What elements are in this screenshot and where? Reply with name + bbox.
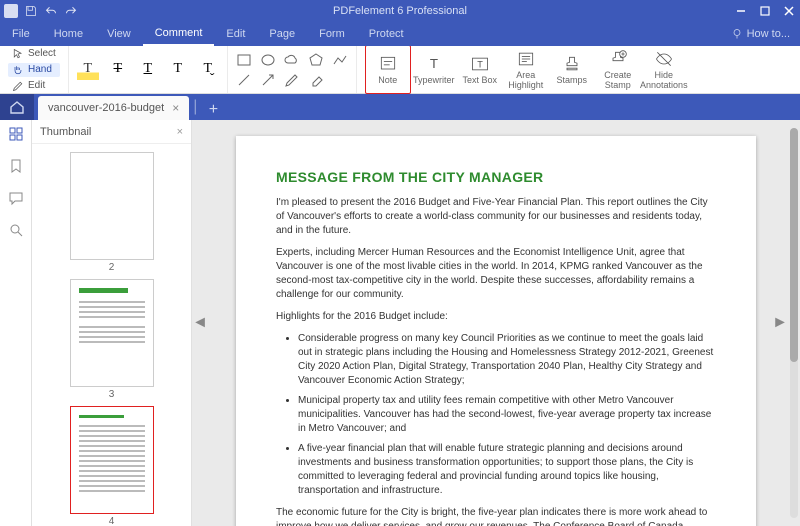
side-toolbar bbox=[0, 120, 32, 526]
paragraph: Experts, including Mercer Human Resource… bbox=[276, 246, 716, 302]
minimize-button[interactable] bbox=[730, 0, 752, 22]
hide-annotations-button[interactable]: Hide Annotations bbox=[641, 45, 687, 95]
menu-edit[interactable]: Edit bbox=[214, 22, 257, 46]
text-box-button[interactable]: TText Box bbox=[457, 45, 503, 95]
doc-tab[interactable]: vancouver-2016-budget × bbox=[38, 96, 189, 120]
line-tool[interactable] bbox=[236, 72, 252, 88]
highlight-button[interactable]: T bbox=[77, 59, 99, 81]
document-tabs: vancouver-2016-budget × | + bbox=[0, 94, 800, 120]
menu-home[interactable]: Home bbox=[42, 22, 95, 46]
list-item: Considerable progress on many key Counci… bbox=[298, 332, 716, 388]
paragraph: Highlights for the 2016 Budget include: bbox=[276, 310, 716, 324]
thumbnail-page[interactable] bbox=[70, 152, 154, 260]
hand-tool[interactable]: Hand bbox=[8, 63, 60, 77]
caret-button[interactable]: T̬ bbox=[197, 59, 219, 81]
document-page: MESSAGE FROM THE CITY MANAGER I'm please… bbox=[236, 136, 756, 526]
cloud-shape[interactable] bbox=[284, 52, 300, 68]
stamps-button[interactable]: Stamps bbox=[549, 45, 595, 95]
app-logo bbox=[4, 4, 18, 18]
thumbnail-list[interactable]: 2 3 4 bbox=[32, 144, 191, 526]
area-highlight-button[interactable]: Area Highlight bbox=[503, 45, 549, 95]
page-heading: MESSAGE FROM THE CITY MANAGER bbox=[276, 168, 716, 188]
comments-icon[interactable] bbox=[7, 189, 25, 207]
how-to-label: How to... bbox=[747, 28, 790, 40]
rectangle-shape[interactable] bbox=[236, 52, 252, 68]
menu-view[interactable]: View bbox=[95, 22, 143, 46]
close-panel-icon[interactable]: × bbox=[177, 126, 183, 138]
undo-icon[interactable] bbox=[44, 4, 58, 18]
menu-page[interactable]: Page bbox=[257, 22, 307, 46]
save-icon[interactable] bbox=[24, 4, 38, 18]
polygon-shape[interactable] bbox=[308, 52, 324, 68]
arrow-tool[interactable] bbox=[260, 72, 276, 88]
home-tab[interactable] bbox=[0, 94, 34, 120]
menu-comment[interactable]: Comment bbox=[143, 22, 215, 46]
svg-text:T: T bbox=[430, 56, 438, 71]
connected-lines-shape[interactable] bbox=[332, 52, 348, 68]
app-title: PDFelement 6 Professional bbox=[333, 5, 467, 17]
svg-text:T: T bbox=[477, 59, 483, 69]
typewriter-button[interactable]: TTypewriter bbox=[411, 45, 457, 95]
thumbnail-page[interactable] bbox=[70, 406, 154, 514]
note-button[interactable]: Note bbox=[365, 45, 411, 95]
paragraph: I'm pleased to present the 2016 Budget a… bbox=[276, 196, 716, 238]
thumbnails-icon[interactable] bbox=[7, 125, 25, 143]
close-tab-icon[interactable]: × bbox=[172, 101, 179, 115]
thumbnail-title: Thumbnail bbox=[40, 126, 91, 138]
redo-icon[interactable] bbox=[64, 4, 78, 18]
search-icon[interactable] bbox=[7, 221, 25, 239]
location-icon bbox=[731, 28, 743, 40]
ribbon: Select Hand Edit T T T T T̬ bbox=[0, 46, 800, 94]
menubar: File Home View Comment Edit Page Form Pr… bbox=[0, 22, 800, 46]
vertical-scrollbar[interactable] bbox=[790, 128, 798, 518]
paragraph: The economic future for the City is brig… bbox=[276, 506, 716, 526]
prev-page-arrow[interactable]: ◄ bbox=[194, 308, 206, 338]
thumbnail-panel: Thumbnail × 2 3 bbox=[32, 120, 192, 526]
strikethrough-button[interactable]: T bbox=[107, 59, 129, 81]
scrollbar-thumb[interactable] bbox=[790, 128, 798, 362]
edit-tool[interactable]: Edit bbox=[8, 79, 60, 93]
thumbnail-page[interactable] bbox=[70, 279, 154, 387]
maximize-button[interactable] bbox=[754, 0, 776, 22]
menu-form[interactable]: Form bbox=[307, 22, 357, 46]
next-page-arrow[interactable]: ► bbox=[774, 308, 786, 338]
thumbnail-item[interactable]: 2 bbox=[70, 152, 154, 273]
underline-button[interactable]: T bbox=[137, 59, 159, 81]
workspace: Thumbnail × 2 3 bbox=[0, 120, 800, 526]
thumbnail-item[interactable]: 4 bbox=[70, 406, 154, 526]
thumbnail-item[interactable]: 3 bbox=[70, 279, 154, 400]
oval-shape[interactable] bbox=[260, 52, 276, 68]
create-stamp-button[interactable]: Create Stamp bbox=[595, 45, 641, 95]
titlebar: PDFelement 6 Professional bbox=[0, 0, 800, 22]
squiggly-button[interactable]: T bbox=[167, 59, 189, 81]
close-button[interactable] bbox=[778, 0, 800, 22]
document-viewport[interactable]: ◄ MESSAGE FROM THE CITY MANAGER I'm plea… bbox=[192, 120, 800, 526]
list-item: A five-year financial plan that will ena… bbox=[298, 442, 716, 498]
select-tool[interactable]: Select bbox=[8, 47, 60, 61]
eraser-tool[interactable] bbox=[308, 72, 324, 88]
how-to-link[interactable]: How to... bbox=[731, 28, 800, 40]
bullet-list: Considerable progress on many key Counci… bbox=[276, 332, 716, 498]
list-item: Municipal property tax and utility fees … bbox=[298, 394, 716, 436]
pencil-tool[interactable] bbox=[284, 72, 300, 88]
add-tab-button[interactable]: + bbox=[203, 100, 223, 120]
doc-tab-label: vancouver-2016-budget bbox=[48, 102, 164, 114]
menu-file[interactable]: File bbox=[0, 22, 42, 46]
menu-protect[interactable]: Protect bbox=[357, 22, 416, 46]
bookmark-icon[interactable] bbox=[7, 157, 25, 175]
